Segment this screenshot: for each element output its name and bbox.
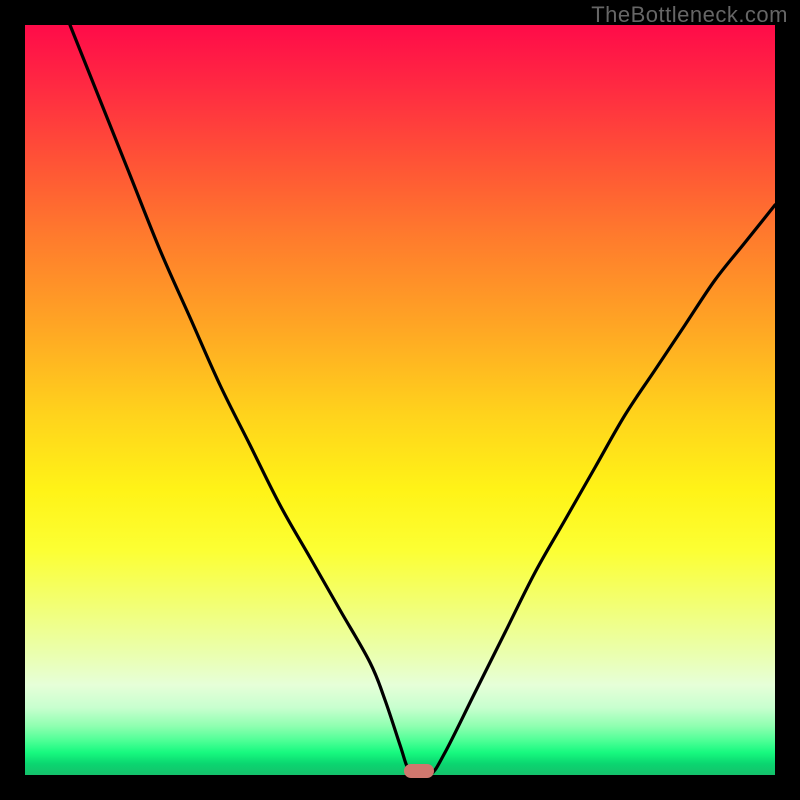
curve-svg xyxy=(25,25,775,775)
optimal-point-marker xyxy=(404,764,434,778)
plot-area xyxy=(25,25,775,775)
chart-frame: TheBottleneck.com xyxy=(0,0,800,800)
bottleneck-curve-path xyxy=(70,25,775,777)
watermark-text: TheBottleneck.com xyxy=(591,2,788,28)
